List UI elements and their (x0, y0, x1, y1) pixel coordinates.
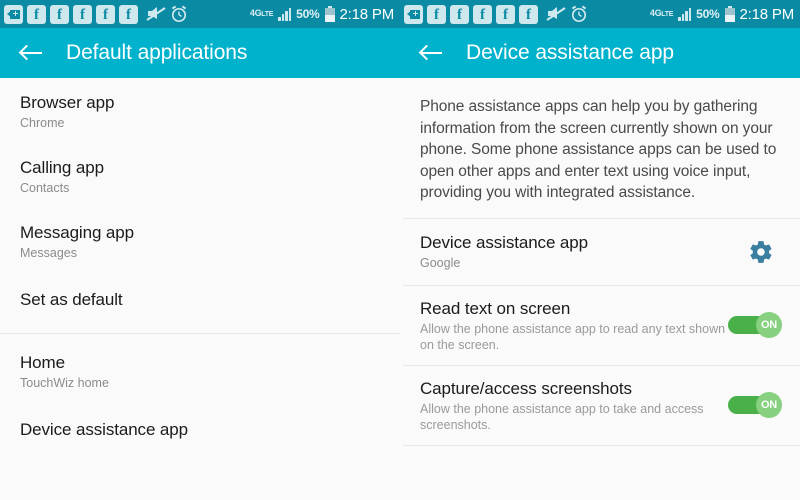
app-update-icon (4, 4, 23, 24)
list-item-title: Device assistance app (20, 420, 188, 439)
setting-title: Capture/access screenshots (420, 378, 632, 398)
facebook-glyph: f (57, 6, 62, 23)
left-phone-screen: f f f f f 4GLTE 50% 2:18 PM Default appl… (0, 0, 400, 500)
setting-subtitle: Allow the phone assistance app to read a… (420, 321, 726, 352)
setting-row-device-assistance-app[interactable]: Device assistance app Google (400, 219, 800, 285)
list-item-home[interactable]: Home TouchWiz home (0, 334, 400, 403)
facebook-glyph: f (434, 6, 439, 23)
list-item-browser-app[interactable]: Browser app Chrome (0, 78, 400, 143)
signal-strength-icon (278, 7, 292, 21)
app-update-icon (404, 4, 423, 24)
gear-icon[interactable] (748, 239, 774, 265)
battery-icon (324, 6, 335, 22)
list-item-set-as-default[interactable]: Set as default (0, 273, 400, 333)
status-bar-clock: 2:18 PM (739, 5, 795, 23)
app-bar-right: Device assistance app (400, 28, 800, 78)
list-item-subtitle: TouchWiz home (20, 376, 109, 390)
setting-title: Read text on screen (420, 298, 571, 318)
status-bar-left: f f f f f 4GLTE 50% 2:18 PM (0, 0, 400, 28)
list-item-title: Home (20, 353, 65, 372)
facebook-icon: f (119, 4, 138, 24)
facebook-glyph: f (480, 6, 485, 23)
alarm-icon (170, 5, 188, 23)
list-item-device-assistance-app[interactable]: Device assistance app (0, 403, 400, 453)
setting-subtitle: Google (420, 255, 461, 270)
network-sublabel: LTE (261, 11, 274, 18)
list-item-title: Messaging app (20, 223, 134, 242)
facebook-icon: f (519, 4, 538, 24)
status-bar-right: f f f f f 4GLTE 50% 2:18 PM (400, 0, 800, 28)
page-title: Device assistance app (466, 41, 675, 64)
list-item-title: Set as default (20, 290, 123, 309)
network-sublabel: LTE (661, 11, 674, 18)
setting-row-capture-access-screenshots[interactable]: Capture/access screenshots Allow the pho… (400, 366, 800, 445)
list-item-subtitle: Chrome (20, 116, 65, 130)
toggle-state-label: ON (760, 399, 778, 411)
battery-percentage: 50% (296, 7, 320, 21)
default-applications-list: Browser app Chrome Calling app Contacts … (0, 78, 400, 500)
back-button[interactable] (418, 43, 444, 63)
list-divider (403, 444, 800, 446)
facebook-glyph: f (103, 6, 108, 23)
toggle-read-text-on-screen[interactable]: ON (728, 312, 782, 338)
facebook-glyph: f (126, 6, 131, 23)
setting-subtitle: Allow the phone assistance app to take a… (420, 401, 704, 432)
facebook-glyph: f (526, 6, 531, 23)
facebook-icon: f (96, 4, 115, 24)
facebook-icon: f (473, 4, 492, 24)
facebook-glyph: f (80, 6, 85, 23)
facebook-icon: f (427, 4, 446, 24)
screenshot-pair: f f f f f 4GLTE 50% 2:18 PM Default appl… (0, 0, 800, 500)
facebook-icon: f (450, 4, 469, 24)
status-bar-notification-icons: f f f f f (404, 4, 588, 24)
app-bar-left: Default applications (0, 28, 400, 78)
battery-icon (724, 6, 735, 22)
mute-icon (546, 5, 566, 23)
list-item-title: Calling app (20, 158, 104, 177)
network-label: 4G (249, 8, 262, 18)
alarm-icon (570, 5, 588, 23)
list-item-subtitle: Messages (20, 246, 77, 260)
status-bar-system-icons: 4GLTE 50% 2:18 PM (650, 6, 794, 23)
description-text: Phone assistance apps can help you by ga… (420, 98, 777, 201)
facebook-glyph: f (457, 6, 462, 23)
signal-strength-icon (678, 7, 692, 21)
list-item-title: Browser app (20, 93, 115, 112)
facebook-icon: f (496, 4, 515, 24)
network-label: 4G (649, 8, 662, 18)
list-item-messaging-app[interactable]: Messaging app Messages (0, 208, 400, 273)
network-type-icon: 4GLTE (649, 8, 674, 19)
status-bar-notification-icons: f f f f f (4, 4, 188, 24)
status-bar-clock: 2:18 PM (339, 5, 395, 23)
facebook-glyph: f (34, 6, 39, 23)
page-title: Default applications (66, 41, 248, 64)
facebook-icon: f (27, 4, 46, 24)
right-phone-screen: f f f f f 4GLTE 50% 2:18 PM Device assis… (400, 0, 800, 500)
network-type-icon: 4GLTE (249, 8, 274, 19)
facebook-icon: f (50, 4, 69, 24)
mute-icon (146, 5, 166, 23)
battery-percentage: 50% (696, 7, 720, 21)
facebook-icon: f (73, 4, 92, 24)
list-item-calling-app[interactable]: Calling app Contacts (0, 143, 400, 208)
status-bar-system-icons: 4GLTE 50% 2:18 PM (250, 6, 394, 23)
device-assistance-settings: Phone assistance apps can help you by ga… (400, 78, 800, 500)
setting-title: Device assistance app (420, 232, 588, 252)
toggle-capture-access-screenshots[interactable]: ON (728, 392, 782, 418)
setting-row-read-text-on-screen[interactable]: Read text on screen Allow the phone assi… (400, 286, 800, 365)
toggle-state-label: ON (760, 319, 778, 331)
facebook-glyph: f (503, 6, 508, 23)
list-item-subtitle: Contacts (20, 181, 70, 195)
back-button[interactable] (18, 43, 44, 63)
